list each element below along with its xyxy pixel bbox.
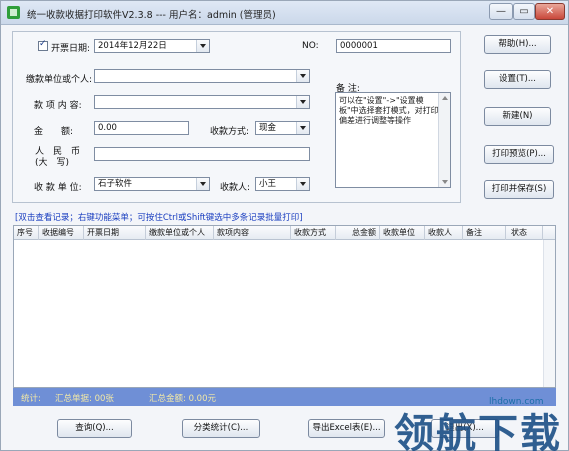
- no-label: NO:: [302, 41, 319, 51]
- rmb-label-line2: (大 写): [35, 158, 70, 168]
- stats-label: 统计:: [21, 394, 41, 404]
- stats-amount: 汇总金额: 0.00元: [149, 394, 216, 404]
- chevron-down-icon: [296, 122, 309, 134]
- column-header[interactable]: 收款单位: [380, 226, 425, 240]
- chevron-down-icon: [296, 178, 309, 190]
- rmb-uppercase-field[interactable]: [94, 147, 310, 161]
- chevron-down-icon: [296, 70, 309, 82]
- app-icon: [7, 6, 20, 19]
- date-label: 开票日期:: [51, 44, 91, 54]
- remark-scrollbar[interactable]: [438, 93, 450, 187]
- amount-field[interactable]: 0.00: [94, 121, 189, 135]
- print-save-button[interactable]: 打印并保存(S): [484, 180, 554, 199]
- payee-label: 收款人:: [220, 183, 251, 193]
- column-header[interactable]: 款项内容: [214, 226, 291, 240]
- maximize-button[interactable]: ▭: [513, 3, 535, 20]
- export-excel-button[interactable]: 导出Excel表(E)...: [308, 419, 385, 438]
- close-button[interactable]: ✕: [535, 3, 565, 20]
- watermark-logo: 领航下载: [394, 411, 562, 451]
- column-header[interactable]: 备注: [463, 226, 506, 240]
- chevron-down-icon: [296, 96, 309, 108]
- minimize-button[interactable]: —: [489, 3, 513, 20]
- payer-label: 缴款单位或个人:: [26, 75, 93, 85]
- watermark-url: lhdown.com: [489, 397, 544, 407]
- date-value: 2014年12月22日: [98, 41, 167, 51]
- column-header[interactable]: 开票日期: [84, 226, 146, 240]
- remark-text: 可以在"设置"->"设置模板"中选择套打模式，对打印偏差进行调整等操作: [339, 96, 439, 125]
- column-header[interactable]: 收款人: [425, 226, 463, 240]
- title-bar: 统一收款收据打印软件V2.3.8 --- 用户名：admin (管理员) — ▭…: [1, 1, 568, 25]
- payee-unit-label: 收 款 单 位:: [34, 183, 82, 193]
- item-combo[interactable]: [94, 95, 310, 109]
- pay-method-select[interactable]: 现金: [255, 121, 310, 135]
- grid-scrollbar[interactable]: [543, 240, 555, 387]
- remark-textarea[interactable]: 可以在"设置"->"设置模板"中选择套打模式，对打印偏差进行调整等操作: [335, 92, 451, 188]
- column-header[interactable]: 总金额: [336, 226, 380, 240]
- chevron-down-icon: [196, 178, 209, 190]
- records-grid[interactable]: 序号 收据编号 开票日期 缴款单位或个人 款项内容 收款方式 总金额 收款单位 …: [13, 225, 556, 388]
- column-header[interactable]: 序号: [14, 226, 39, 240]
- category-stats-button[interactable]: 分类统计(C)...: [182, 419, 260, 438]
- column-header[interactable]: 收据编号: [39, 226, 84, 240]
- payer-combo[interactable]: [94, 69, 310, 83]
- stats-count: 汇总单据: 00张: [55, 394, 114, 404]
- settings-button[interactable]: 设置(T)...: [484, 70, 551, 89]
- window-title: 统一收款收据打印软件V2.3.8 --- 用户名：admin (管理员): [27, 10, 276, 21]
- payee-unit-combo[interactable]: 石子软件: [94, 177, 210, 191]
- help-button[interactable]: 帮助(H)...: [484, 35, 551, 54]
- date-picker[interactable]: 2014年12月22日: [94, 39, 210, 53]
- amount-label: 金 额:: [34, 127, 74, 137]
- usage-hint: [双击查看记录；右键功能菜单；可按住Ctrl或Shift键选中多条记录批量打印]: [15, 213, 303, 223]
- column-header[interactable]: 收款方式: [291, 226, 336, 240]
- print-preview-button[interactable]: 打印预览(P)...: [484, 145, 554, 164]
- pay-method-label: 收款方式:: [210, 127, 250, 137]
- column-header[interactable]: 缴款单位或个人: [146, 226, 214, 240]
- grid-header: 序号 收据编号 开票日期 缴款单位或个人 款项内容 收款方式 总金额 收款单位 …: [14, 226, 555, 240]
- payee-combo[interactable]: 小王: [255, 177, 310, 191]
- chevron-down-icon: [196, 40, 209, 52]
- query-button[interactable]: 查询(Q)...: [57, 419, 132, 438]
- new-button[interactable]: 新建(N): [484, 107, 551, 126]
- item-label: 款 项 内 容:: [34, 101, 82, 111]
- column-header[interactable]: 状态: [506, 226, 543, 240]
- no-field[interactable]: 0000001: [336, 39, 451, 53]
- app-window: 统一收款收据打印软件V2.3.8 --- 用户名：admin (管理员) — ▭…: [0, 0, 569, 451]
- date-checkbox[interactable]: [38, 39, 48, 51]
